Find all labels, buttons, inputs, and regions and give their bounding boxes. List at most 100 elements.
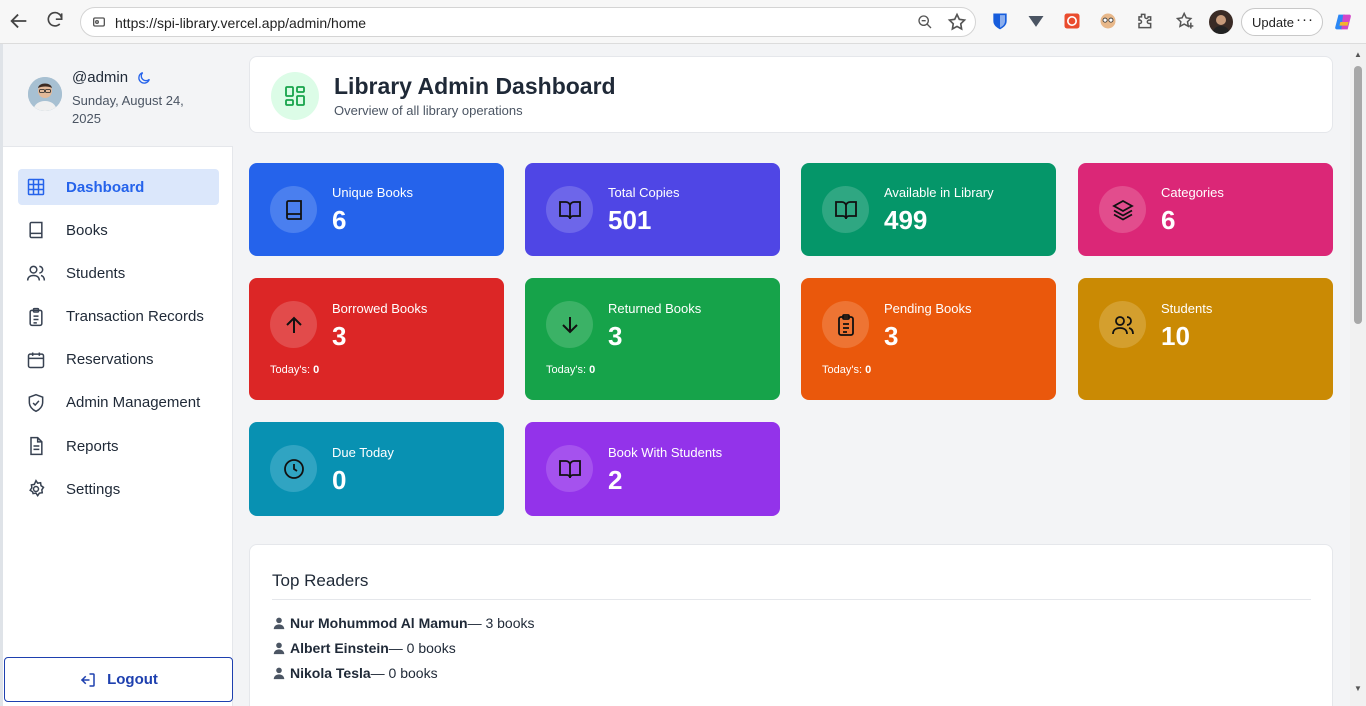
username: @admin [72,69,129,86]
person-icon [273,617,285,630]
reader-count: — 3 books [467,615,535,631]
extension-red-icon[interactable] [1062,11,1082,31]
sidebar-item-label: Dashboard [66,178,145,196]
bitwarden-extension-icon[interactable] [990,11,1010,31]
top-readers-card: Top Readers Nur Mohummod Al Mamun — 3 bo… [249,544,1333,706]
dashboard-layout-icon [271,72,319,120]
list-item: Albert Einstein — 0 books [272,640,456,656]
address-bar[interactable]: https://spi-library.vercel.app/admin/hom… [80,7,976,37]
update-label: Update [1252,15,1294,30]
dark-mode-moon-icon[interactable] [136,70,152,86]
browser-toolbar: https://spi-library.vercel.app/admin/hom… [0,0,1366,44]
stat-card-book-with-students[interactable]: Book With Students 2 [525,422,780,516]
today-count: Today's: 0 [822,364,871,376]
profile-avatar-icon[interactable] [1209,10,1233,34]
stat-label: Returned Books [608,301,702,316]
stat-card-pending-books[interactable]: Pending Books 3 Today's: 0 [801,278,1056,400]
sidebar-item-label: Reports [66,437,119,455]
stat-card-borrowed-books[interactable]: Borrowed Books 3 Today's: 0 [249,278,504,400]
reader-name: Albert Einstein [290,640,389,656]
users-icon [26,265,46,281]
scroll-down-icon[interactable]: ▼ [1354,684,1362,693]
clipboard-icon [822,301,869,348]
current-date: Sunday, August 24, 2025 [72,93,184,126]
today-label: Today's: [546,364,587,376]
stat-value: 501 [608,205,652,235]
more-menu-icon[interactable]: ··· [1296,11,1314,28]
app-root: @admin Sunday, August 24, 2025 Dashboard… [3,44,1350,706]
logout-button[interactable]: Logout [4,657,233,702]
list-item: Nur Mohummod Al Mamun — 3 books [272,615,535,631]
list-item: Nikola Tesla — 0 books [272,665,438,681]
stat-card-total-copies[interactable]: Total Copies 501 [525,163,780,256]
stat-value: 6 [1161,205,1176,235]
page-title: Library Admin Dashboard [334,73,616,99]
stat-value: 6 [332,205,347,235]
stat-label: Students [1161,301,1213,316]
stat-card-unique-books[interactable]: Unique Books 6 [249,163,504,256]
arrow-up-icon [270,301,317,348]
stat-card-returned-books[interactable]: Returned Books 3 Today's: 0 [525,278,780,400]
extensions-puzzle-icon[interactable] [1134,11,1154,31]
users-icon [1099,301,1146,348]
sidebar-item-reservations[interactable]: Reservations [18,342,219,378]
stat-label: Total Copies [608,185,680,200]
zoom-out-icon[interactable] [917,14,933,30]
reload-icon[interactable] [45,10,69,34]
stat-card-due-today[interactable]: Due Today 0 [249,422,504,516]
reader-name: Nikola Tesla [290,665,371,681]
reader-count: — 0 books [370,665,438,681]
site-info-icon[interactable] [91,14,107,30]
back-arrow-icon[interactable] [8,10,32,34]
sidebar-item-settings[interactable]: Settings [18,471,219,507]
file-icon [30,437,43,456]
today-value: 0 [313,364,320,376]
sidebar-item-admin-management[interactable]: Admin Management [18,385,219,421]
sidebar-item-reports[interactable]: Reports [18,428,219,464]
sidebar-item-transaction-records[interactable]: Transaction Records [18,299,219,335]
sidebar-item-dashboard[interactable]: Dashboard [18,169,219,205]
book-icon [270,186,317,233]
open-book-icon [822,186,869,233]
user-profile: @admin Sunday, August 24, 2025 [3,44,233,147]
clipboard-icon [29,307,43,326]
stat-value: 3 [332,321,347,351]
extension-triangle-icon[interactable] [1026,11,1046,31]
sidebar-item-books[interactable]: Books [18,212,219,248]
page-subtitle: Overview of all library operations [334,103,523,118]
stat-card-students[interactable]: Students 10 [1078,278,1333,400]
stat-label: Pending Books [884,301,972,316]
main-content: Library Admin Dashboard Overview of all … [249,44,1350,706]
avatar[interactable] [28,77,62,111]
book-icon [29,221,43,239]
scrollbar-thumb[interactable] [1354,66,1362,324]
url-text[interactable]: https://spi-library.vercel.app/admin/hom… [115,15,366,31]
clock-icon [270,445,317,492]
gear-icon [29,479,45,498]
update-button[interactable]: Update ··· [1241,8,1323,36]
copilot-icon[interactable] [1333,11,1355,33]
favorite-star-icon[interactable] [947,12,967,32]
sidebar-item-label: Books [66,221,108,239]
reader-name: Nur Mohummod Al Mamun [290,615,468,631]
stat-card-available-in-library[interactable]: Available in Library 499 [801,163,1056,256]
favorites-icon[interactable] [1175,11,1195,31]
today-label: Today's: [270,364,311,376]
page-scrollbar[interactable]: ▲ ▼ [1350,44,1366,706]
divider [272,599,1311,600]
today-value: 0 [589,364,596,376]
person-icon [273,667,285,680]
today-count: Today's: 0 [546,364,595,376]
stat-card-categories[interactable]: Categories 6 [1078,163,1333,256]
stat-value: 0 [332,465,347,495]
extension-face-icon[interactable] [1098,11,1118,31]
open-book-icon [546,186,593,233]
stat-label: Book With Students [608,445,723,460]
sidebar-item-students[interactable]: Students [18,255,219,291]
layers-icon [1099,186,1146,233]
sidebar-item-label: Reservations [66,351,154,369]
scroll-up-icon[interactable]: ▲ [1354,50,1362,59]
dashboard-header: Library Admin Dashboard Overview of all … [249,56,1333,133]
stat-value: 10 [1161,321,1190,351]
stat-value: 499 [884,205,928,235]
